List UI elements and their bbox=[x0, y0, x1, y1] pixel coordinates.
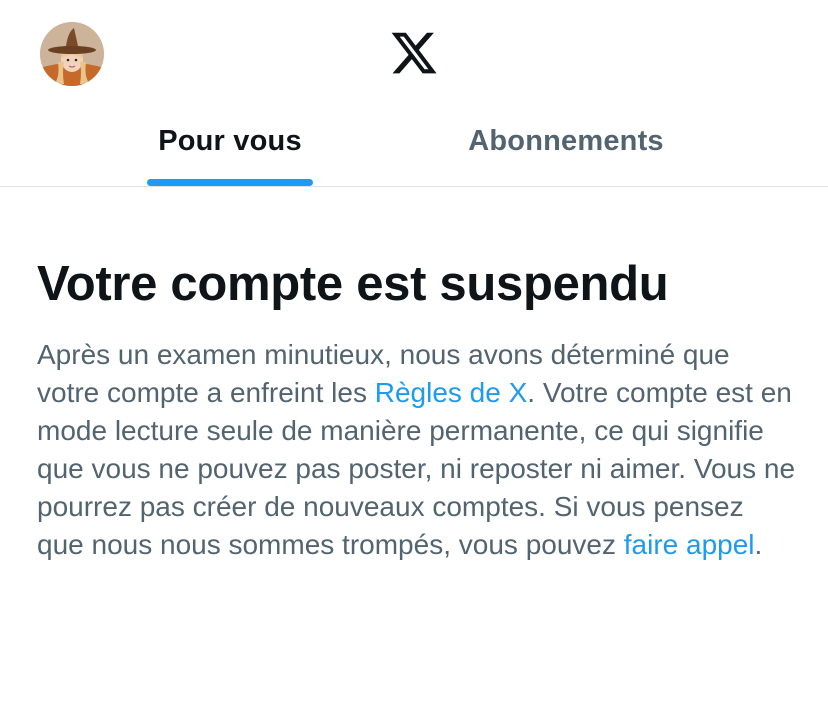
suspension-notice: Votre compte est suspendu Après un exame… bbox=[37, 252, 807, 564]
notice-body-text-3: . bbox=[754, 529, 763, 560]
timeline-tabs: Pour vous Abonnements bbox=[0, 110, 828, 187]
rules-link[interactable]: Règles de X bbox=[375, 377, 528, 408]
notice-body: Après un examen minutieux, nous avons dé… bbox=[37, 336, 797, 564]
active-tab-indicator bbox=[147, 179, 313, 186]
profile-avatar[interactable] bbox=[40, 22, 104, 86]
tab-pour-vous-label: Pour vous bbox=[158, 125, 302, 157]
tab-abonnements[interactable]: Abonnements bbox=[440, 110, 692, 186]
tab-abonnements-label: Abonnements bbox=[468, 125, 664, 157]
x-logo-icon[interactable] bbox=[389, 28, 439, 78]
avatar-image bbox=[40, 22, 104, 86]
top-bar bbox=[0, 0, 828, 110]
appeal-link[interactable]: faire appel bbox=[624, 529, 755, 560]
notice-title: Votre compte est suspendu bbox=[37, 257, 669, 311]
tab-pour-vous[interactable]: Pour vous bbox=[105, 110, 355, 186]
